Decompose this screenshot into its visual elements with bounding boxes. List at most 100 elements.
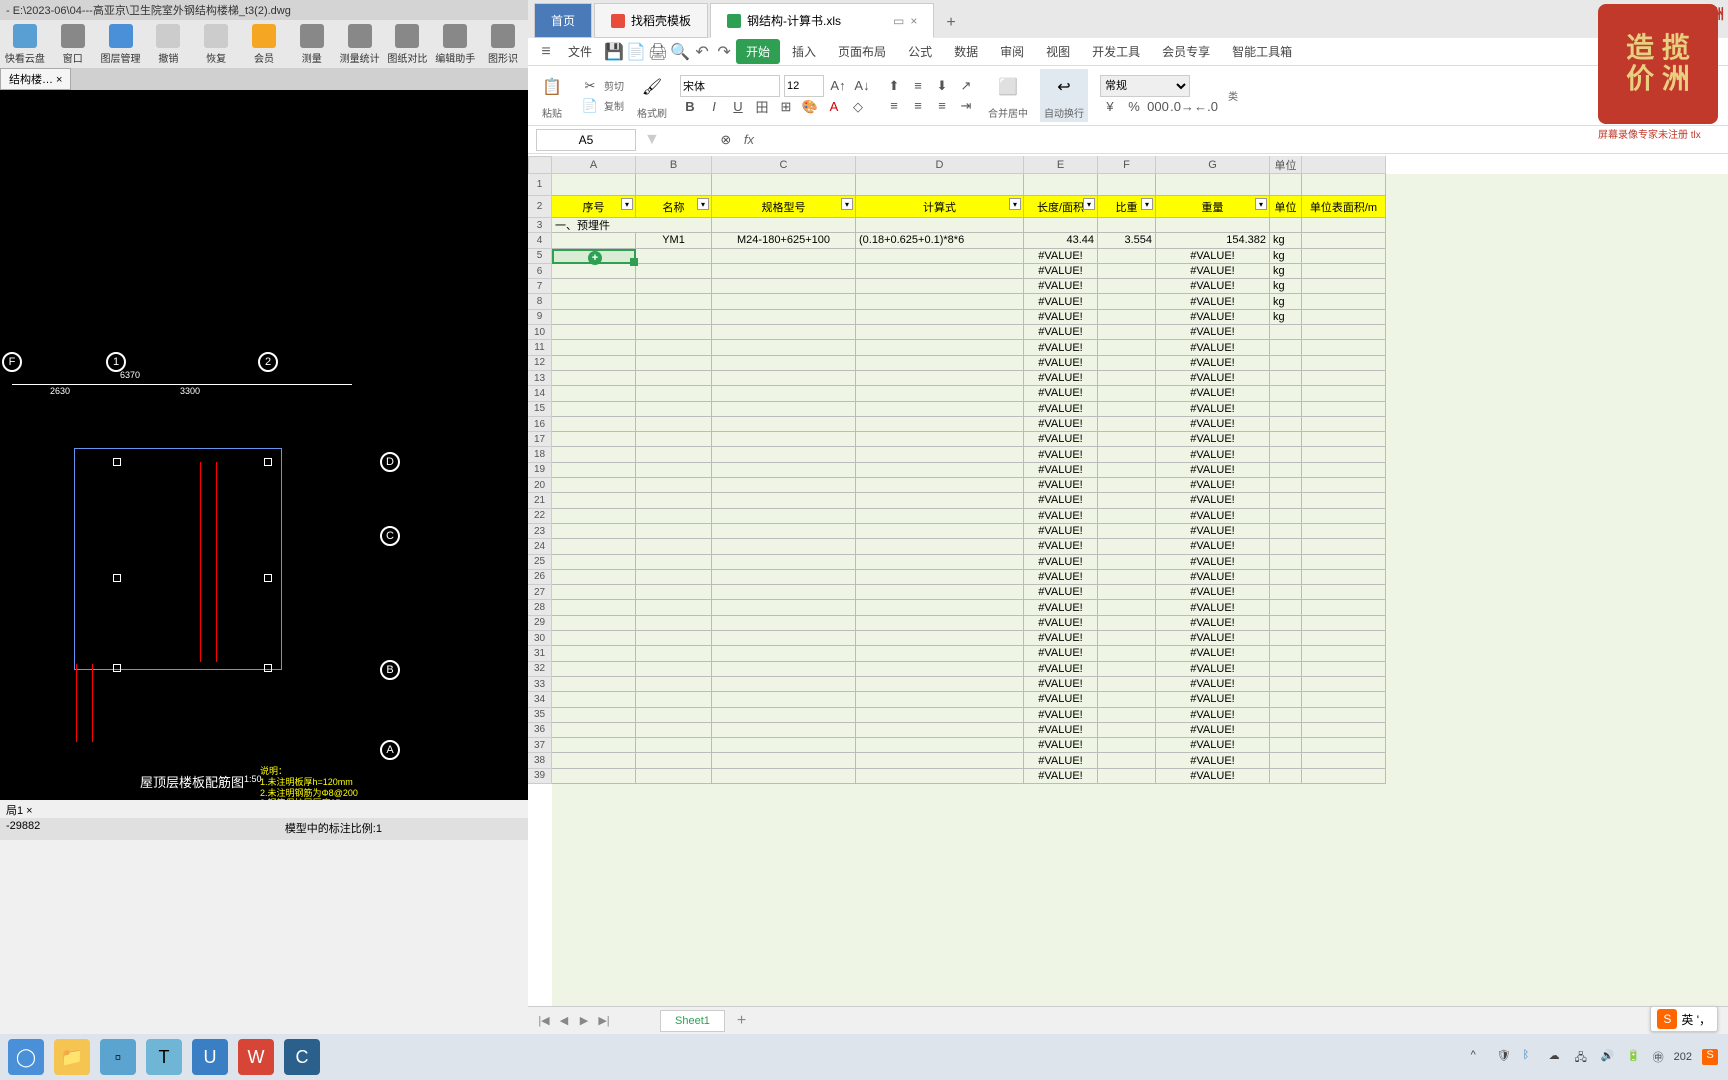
format-painter-button[interactable]: 🖌 [636, 71, 668, 103]
decimal-dec-icon[interactable]: ←.0 [1196, 97, 1216, 117]
align-left-icon[interactable]: ≡ [884, 96, 904, 116]
decimal-inc-icon[interactable]: .0→ [1172, 97, 1192, 117]
cell[interactable] [1302, 478, 1386, 493]
menu-view[interactable]: 视图 [1036, 39, 1080, 64]
cell[interactable] [1098, 539, 1156, 554]
cell[interactable]: #VALUE! [1156, 662, 1270, 677]
taskbar-app-wps[interactable]: W [238, 1039, 274, 1075]
cell[interactable]: #VALUE! [1156, 616, 1270, 631]
cell[interactable] [636, 738, 712, 753]
cell[interactable] [552, 769, 636, 784]
cad-tool-layers[interactable]: 图层管理 [98, 22, 144, 66]
cell[interactable] [1098, 463, 1156, 478]
cell[interactable] [636, 325, 712, 340]
cell[interactable] [636, 432, 712, 447]
orientation-icon[interactable]: ↗ [956, 76, 976, 96]
cell[interactable] [856, 708, 1024, 723]
save-as-icon[interactable]: 📄 [626, 42, 646, 62]
wps-tab-file[interactable]: 钢结构-计算书.xls ▭ × [710, 3, 934, 38]
header-cell[interactable]: 计算式▾ [856, 196, 1024, 218]
taskbar-app-cad[interactable]: C [284, 1039, 320, 1075]
cell[interactable]: #VALUE! [1024, 662, 1098, 677]
menu-smart[interactable]: 智能工具箱 [1222, 39, 1302, 64]
cell[interactable] [712, 478, 856, 493]
cell[interactable] [856, 294, 1024, 309]
taskbar-app-3[interactable]: ▫ [100, 1039, 136, 1075]
cell[interactable] [1270, 692, 1302, 707]
cell[interactable] [1270, 662, 1302, 677]
cell[interactable] [856, 174, 1024, 196]
cell[interactable] [712, 585, 856, 600]
row-header[interactable]: 2 [528, 196, 552, 218]
cad-tool-cloud[interactable]: 快看云盘 [2, 22, 48, 66]
cell[interactable]: #VALUE! [1024, 769, 1098, 784]
cell[interactable] [856, 249, 1024, 264]
cell[interactable] [636, 646, 712, 661]
cell[interactable]: #VALUE! [1156, 723, 1270, 738]
cell[interactable] [1302, 233, 1386, 248]
row-header[interactable]: 14 [528, 386, 552, 401]
cad-tool-measure[interactable]: 测量 [289, 22, 335, 66]
cell[interactable] [1302, 325, 1386, 340]
cell[interactable] [856, 463, 1024, 478]
row-header[interactable]: 20 [528, 478, 552, 493]
cell[interactable] [552, 524, 636, 539]
cell[interactable] [636, 356, 712, 371]
cell[interactable] [1098, 478, 1156, 493]
cell[interactable] [856, 662, 1024, 677]
cell[interactable] [712, 493, 856, 508]
cell[interactable] [552, 738, 636, 753]
taskbar-app-5[interactable]: U [192, 1039, 228, 1075]
col-header[interactable]: F [1098, 156, 1156, 174]
cell[interactable]: #VALUE! [1024, 692, 1098, 707]
cell[interactable] [1302, 218, 1386, 233]
cell[interactable]: kg [1270, 249, 1302, 264]
cell[interactable] [1270, 677, 1302, 692]
cell[interactable] [1098, 325, 1156, 340]
cell[interactable] [856, 356, 1024, 371]
align-middle-icon[interactable]: ≡ [908, 76, 928, 96]
cell[interactable] [712, 677, 856, 692]
name-box[interactable] [536, 129, 636, 151]
merge-button[interactable]: ⬜ [992, 71, 1024, 103]
cell[interactable]: #VALUE! [1024, 616, 1098, 631]
cad-tool-stats[interactable]: 测量统计 [337, 22, 383, 66]
cell[interactable] [856, 616, 1024, 631]
tray-sogou-icon[interactable]: S [1702, 1049, 1718, 1065]
cell[interactable]: #VALUE! [1024, 264, 1098, 279]
cell[interactable] [856, 386, 1024, 401]
cell[interactable] [712, 600, 856, 615]
cell[interactable]: #VALUE! [1024, 570, 1098, 585]
row-header[interactable]: 7 [528, 279, 552, 294]
cell[interactable]: #VALUE! [1024, 524, 1098, 539]
cell[interactable] [1098, 279, 1156, 294]
cell[interactable] [1098, 371, 1156, 386]
cell[interactable] [636, 692, 712, 707]
menu-formula[interactable]: 公式 [898, 39, 942, 64]
row-header[interactable]: 8 [528, 294, 552, 309]
cell[interactable]: #VALUE! [1024, 539, 1098, 554]
cell[interactable] [856, 432, 1024, 447]
col-header[interactable]: D [856, 156, 1024, 174]
cell[interactable] [1270, 570, 1302, 585]
cell[interactable]: #VALUE! [1156, 753, 1270, 768]
cell[interactable] [636, 524, 712, 539]
cell[interactable] [1270, 218, 1302, 233]
grid-cells[interactable]: 序号▾名称▾规格型号▾计算式▾长度/面积▾比重▾重量▾单位单位表面积/m一、预埋… [552, 174, 1728, 1006]
cell[interactable] [1098, 264, 1156, 279]
cell[interactable] [1302, 570, 1386, 585]
cell[interactable] [1098, 524, 1156, 539]
cell[interactable] [1098, 631, 1156, 646]
cell[interactable] [856, 769, 1024, 784]
cell[interactable] [636, 600, 712, 615]
row-header[interactable]: 26 [528, 570, 552, 585]
cell[interactable]: kg [1270, 310, 1302, 325]
cell[interactable]: #VALUE! [1024, 631, 1098, 646]
cell[interactable] [856, 600, 1024, 615]
align-bottom-icon[interactable]: ⬇ [932, 76, 952, 96]
menu-data[interactable]: 数据 [944, 39, 988, 64]
cell[interactable] [856, 555, 1024, 570]
cell[interactable] [856, 417, 1024, 432]
cell[interactable] [1098, 600, 1156, 615]
undo-icon[interactable]: ↶ [692, 42, 712, 62]
